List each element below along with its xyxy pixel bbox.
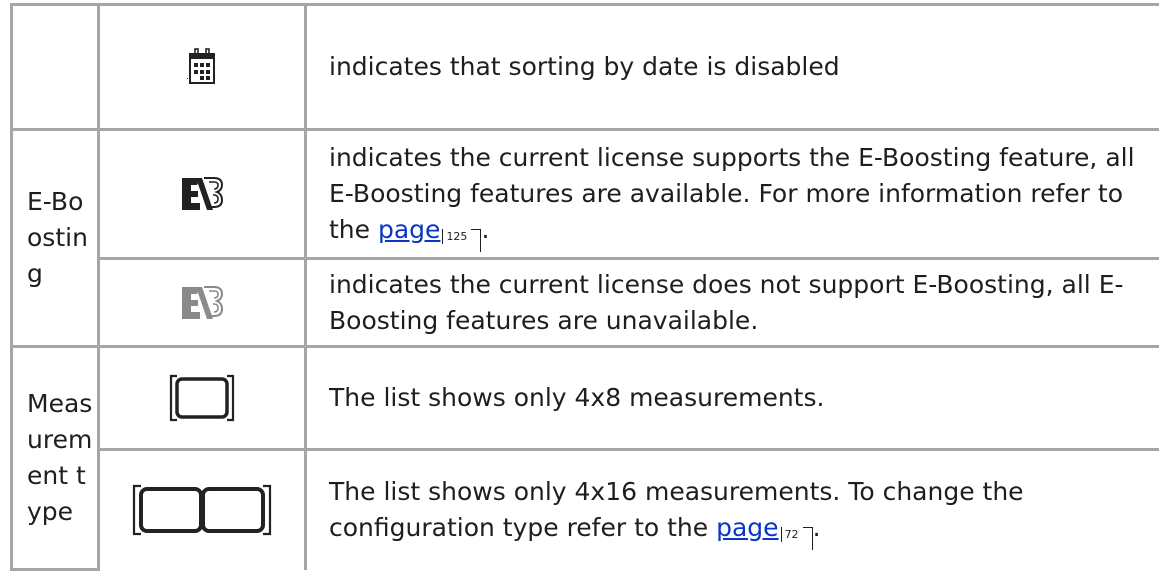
single-frame-icon (169, 374, 235, 422)
page-link[interactable]: page (378, 215, 440, 244)
category-eboosting: E-Boosting (10, 128, 100, 348)
table-row: Measurement type The list shows only 4x8… (10, 345, 1159, 571)
category-cell-empty (10, 3, 100, 131)
description-text: The list shows only 4x16 measurements. T… (329, 477, 1024, 543)
table-row: indicates the current license does not s… (12, 257, 1159, 348)
description-4x16: The list shows only 4x16 measurements. T… (304, 448, 1159, 570)
double-frame-icon (132, 485, 272, 536)
page-reference-badge: 125 (442, 229, 482, 252)
e-boosting-disabled-icon (180, 285, 224, 319)
e-boosting-enabled-icon (180, 177, 224, 210)
table-row: The list shows only 4x16 measurements. T… (12, 448, 1159, 570)
icon-cell (97, 128, 307, 260)
icon-cell (97, 448, 307, 570)
calendar-grid-icon (187, 48, 217, 84)
description-eboosting-disabled: indicates the current license does not s… (304, 257, 1159, 348)
icon-cell (97, 345, 307, 451)
icon-cell (97, 257, 307, 348)
description-calendar: indicates that sorting by date is disabl… (304, 3, 1159, 131)
icon-cell (97, 3, 307, 131)
description-4x8: The list shows only 4x8 measurements. (304, 345, 1159, 451)
description-text-end: . (812, 513, 821, 543)
page-reference-badge: 72 (780, 527, 813, 551)
table-row: indicates that sorting by date is disabl… (10, 3, 1159, 131)
table-row: E-Boosting indicates the current license… (10, 128, 1159, 348)
icon-legend-table: indicates that sorting by date is disabl… (10, 3, 1159, 571)
description-text-end: . (481, 215, 490, 244)
page-link[interactable]: page (716, 513, 778, 542)
category-measurement: Measurement type (10, 345, 100, 571)
description-eboosting-enabled: indicates the current license supports t… (304, 128, 1159, 260)
